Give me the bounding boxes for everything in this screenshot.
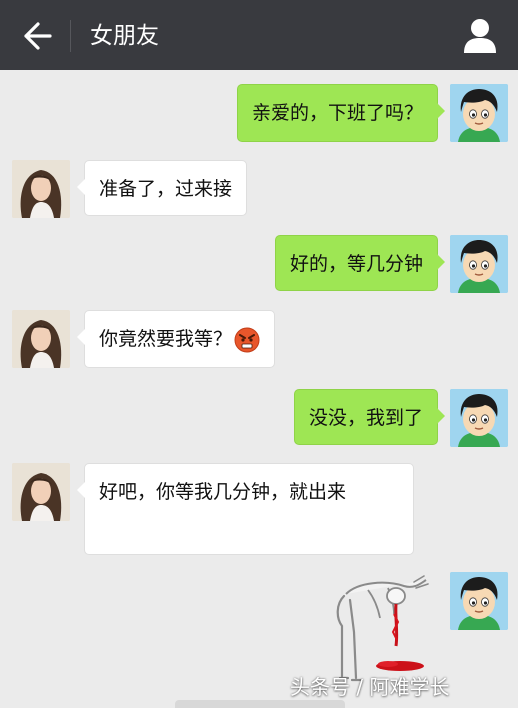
- chat-info-button[interactable]: [462, 17, 498, 55]
- message-text: 你竟然要我等？: [99, 328, 233, 350]
- girlfriend-avatar[interactable]: [12, 463, 70, 521]
- chat-titlebar: 女朋友: [0, 0, 518, 70]
- message-bubble-sent[interactable]: 没没，我到了: [293, 389, 446, 445]
- girl-photo-avatar-icon: [12, 463, 70, 521]
- cartoon-boy-avatar-icon: [450, 572, 508, 630]
- message-text: 准备了，过来接: [99, 178, 233, 200]
- girlfriend-avatar[interactable]: [12, 160, 70, 218]
- vomiting-blood-sticker[interactable]: [328, 574, 434, 684]
- message-text: 好吧，你等我几分钟，就出来: [99, 481, 347, 503]
- my-avatar[interactable]: [450, 84, 508, 142]
- girl-photo-avatar-icon: [12, 160, 70, 218]
- title-divider: [70, 20, 71, 52]
- angry-face-icon: [234, 327, 260, 352]
- message-text: 好的，等几分钟: [289, 253, 423, 275]
- back-arrow-icon: [24, 22, 52, 50]
- person-icon: [464, 19, 496, 53]
- message-text: 没没，我到了: [308, 407, 423, 429]
- message-bubble-received[interactable]: 准备了，过来接: [76, 160, 248, 216]
- message-bubble-received[interactable]: 好吧，你等我几分钟，就出来: [77, 463, 414, 555]
- cartoon-boy-avatar-icon: [450, 389, 508, 447]
- my-avatar[interactable]: [450, 572, 508, 630]
- chat-title: 女朋友: [90, 23, 159, 49]
- girl-photo-avatar-icon: [12, 310, 70, 368]
- cartoon-boy-avatar-icon: [450, 235, 508, 293]
- cartoon-boy-avatar-icon: [450, 84, 508, 142]
- watermark-text: 头条号 / 阿难学长: [290, 675, 450, 699]
- my-avatar[interactable]: [450, 389, 508, 447]
- bottom-scroll-indicator: [175, 700, 345, 708]
- message-bubble-sent[interactable]: 好的，等几分钟: [274, 235, 446, 291]
- back-button[interactable]: [14, 18, 54, 54]
- girlfriend-avatar[interactable]: [12, 310, 70, 368]
- message-bubble-sent[interactable]: 亲爱的，下班了吗？: [236, 84, 446, 142]
- my-avatar[interactable]: [450, 235, 508, 293]
- message-text: 亲爱的，下班了吗？: [251, 102, 423, 124]
- message-bubble-received[interactable]: 你竟然要我等？: [76, 310, 276, 368]
